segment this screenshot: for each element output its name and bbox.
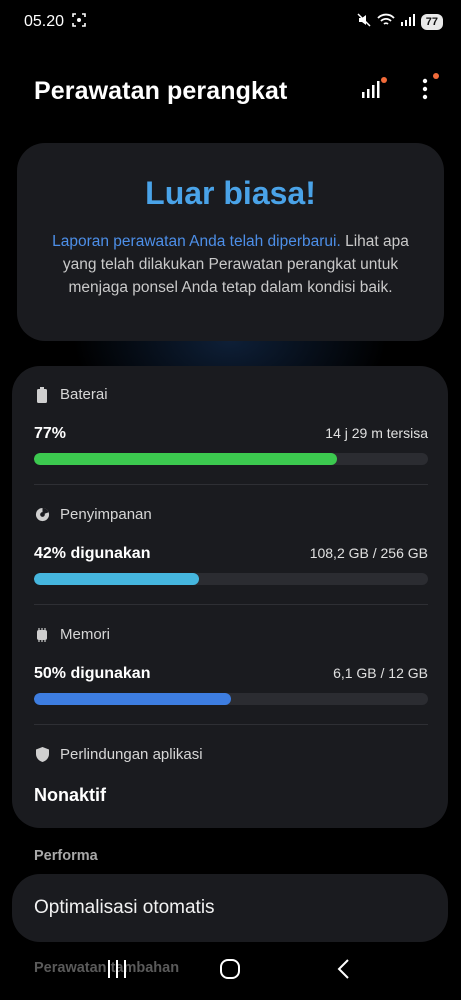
memory-label: Memori	[60, 626, 111, 643]
signal-button[interactable]	[357, 77, 387, 105]
storage-section[interactable]: Penyimpanan 42% digunakan 108,2 GB / 256…	[34, 506, 428, 585]
battery-icon	[34, 386, 50, 403]
memory-progress-fill	[34, 693, 231, 705]
notification-dot	[433, 73, 439, 79]
battery-section[interactable]: Baterai 77% 14 j 29 m tersisa	[34, 386, 428, 465]
auto-optimization-label: Optimalisasi otomatis	[34, 897, 215, 918]
shield-icon	[34, 747, 50, 763]
hero-text: Laporan perawatan Anda telah diperbarui.…	[45, 230, 416, 299]
app-protection-section[interactable]: Perlindungan aplikasi Nonaktif	[34, 746, 428, 806]
page-title: Perawatan perangkat	[34, 76, 288, 105]
auto-optimization-item[interactable]: Optimalisasi otomatis	[12, 874, 448, 942]
status-report-card: Luar biasa! Laporan perawatan Anda telah…	[17, 143, 444, 341]
app-protection-value: Nonaktif	[34, 785, 106, 805]
storage-progress-fill	[34, 573, 200, 585]
navigation-bar	[0, 942, 461, 1000]
hero-title: Luar biasa!	[145, 175, 316, 211]
mute-icon	[357, 12, 371, 32]
storage-label: Penyimpanan	[60, 506, 152, 523]
memory-progress-bar	[34, 693, 428, 705]
recents-icon	[107, 959, 127, 983]
cell-signal-icon	[400, 13, 415, 31]
screen-capture-icon	[72, 12, 86, 32]
wifi-icon	[377, 13, 395, 32]
more-options-button[interactable]	[411, 73, 439, 105]
memory-section[interactable]: Memori 50% digunakan 6,1 GB / 12 GB	[34, 626, 428, 705]
battery-value: 77%	[34, 425, 67, 442]
divider	[34, 724, 428, 725]
status-bar: 05.20 77	[0, 0, 461, 44]
storage-progress-bar	[34, 573, 428, 585]
memory-chip-icon	[34, 627, 50, 643]
memory-value: 50% digunakan	[34, 665, 151, 682]
back-icon	[337, 958, 351, 984]
more-options-icon	[422, 78, 428, 105]
divider	[34, 484, 428, 485]
home-button[interactable]	[210, 951, 250, 991]
app-protection-label: Perlindungan aplikasi	[60, 746, 203, 763]
recents-button[interactable]	[97, 951, 137, 991]
home-icon	[219, 958, 241, 985]
storage-value: 42% digunakan	[34, 545, 151, 562]
back-button[interactable]	[324, 951, 364, 991]
battery-time-remaining: 14 j 29 m tersisa	[325, 425, 428, 441]
app-bar: Perawatan perangkat	[34, 66, 439, 116]
device-status-card: Baterai 77% 14 j 29 m tersisa Penyimpana…	[12, 366, 448, 828]
storage-pie-icon	[34, 507, 50, 523]
storage-usage: 108,2 GB / 256 GB	[309, 545, 428, 561]
notification-dot	[381, 77, 387, 83]
battery-label: Baterai	[60, 386, 108, 403]
report-link[interactable]: Laporan perawatan Anda telah diperbarui.	[52, 233, 341, 250]
memory-usage: 6,1 GB / 12 GB	[333, 665, 428, 681]
status-time: 05.20	[24, 13, 65, 30]
battery-progress-fill	[34, 453, 338, 465]
battery-progress-bar	[34, 453, 428, 465]
signal-icon	[360, 79, 382, 104]
battery-level: 77	[420, 14, 443, 30]
performance-heading: Performa	[34, 848, 98, 864]
divider	[34, 604, 428, 605]
